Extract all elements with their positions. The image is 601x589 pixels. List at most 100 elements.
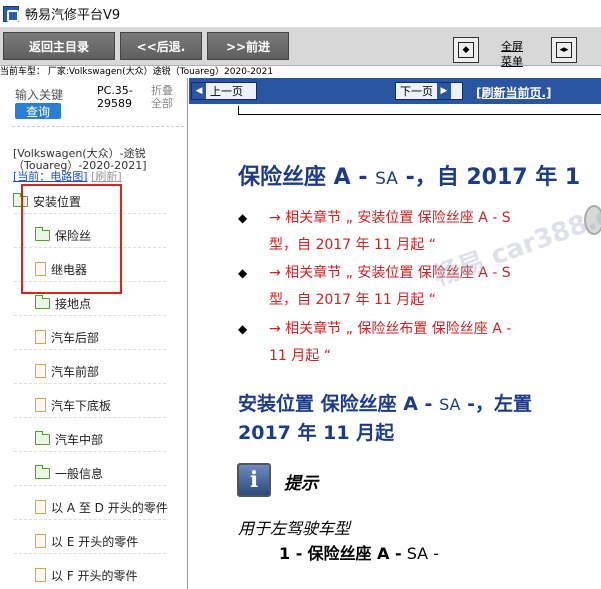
refresh-link[interactable]: [刷新] [91,170,122,183]
fullscreen-menu-link[interactable]: 全屏 菜单 [501,39,523,69]
divider [14,451,166,452]
forward-button[interactable]: >>前进 [207,32,289,60]
breadcrumb: 当前车型： 厂家:Volkswagen(大众）途锐（Touareg）2020-2… [0,67,274,77]
divider [14,519,166,520]
arrow-left-icon: ◀ [192,83,206,99]
prev-page-button[interactable]: ◀ 上一页 [191,82,257,100]
query-button[interactable]: 查询 [15,103,61,119]
section-title: 安装位置 保险丝座 A - SA -，左置 2017 年 11 月起 [238,390,532,447]
tree-item-parts-a-d[interactable]: 以 A 至 D 开头的零件 [35,496,168,518]
pc-code: PC.35- 29589 [97,84,133,110]
vehicle-info: [Volkswagen(大众）-途锐 （Touareg）-2020-2021] [13,148,183,172]
related-link-2[interactable]: ◆ → 相关章节 „ 安装位置 保险丝座 A - S 型，自 2017 年 11… [238,260,601,314]
sidebar: 输入关键 查询 PC.35- 29589 折叠 全部 [Volkswagen(大… [0,78,188,589]
all-label: 全部 [151,97,173,110]
current-view: [当前：电路图] [刷新] [13,171,122,183]
tree-item-parts-f[interactable]: 以 F 开头的零件 [35,564,138,586]
section-line2: 2017 年 11 月起 [238,422,395,444]
related-link-3[interactable]: ◆ → 相关章节 „ 保险丝布置 保险丝座 A - 11 月起 “ [238,316,601,370]
folder-icon [35,464,50,479]
tree-item-vehicle-rear[interactable]: 汽车后部 [35,326,99,348]
pc-code-line2: 29589 [97,97,132,110]
section-text: 安装位置 保险丝座 A - [238,393,433,415]
toolbar: 返回主目录 <<后退. >>前进 ◆ 全屏 菜单 ◂▸ [0,28,601,69]
title-text-2: -，自 2017 年 1 [405,165,581,190]
divider [14,383,166,384]
tree-item-label: 以 A 至 D 开头的零件 [51,500,168,515]
tree-item-label: 汽车下底板 [51,398,112,413]
component-item: 1 - 保险丝座 A - SA - [279,540,439,564]
bullet-icon: ◆ [238,211,248,225]
pc-code-line1: PC.35- [97,84,133,97]
document-icon [35,398,46,412]
fullscreen-label: 全屏 [501,40,523,53]
app-icon [3,5,19,22]
current-circuit-link[interactable]: [当前：电路图] [13,170,88,183]
back-button[interactable]: <<后退. [120,32,202,60]
tree-item-label: 接地点 [55,296,92,311]
title-sa: SA [375,169,398,189]
highlight-box [21,184,122,294]
item-label: 保险丝座 A - [307,544,402,563]
document-icon [35,500,46,514]
title-bar: 畅易汽修平台V9 [0,0,601,28]
expand-icon: ◆ [458,42,474,58]
document-icon [35,568,46,582]
tree-item-label: 以 E 开头的零件 [51,534,139,549]
tree-item-label: 汽车中部 [55,432,104,447]
window-title: 畅易汽修平台V9 [25,8,121,23]
hint-label: 提示 [284,474,318,494]
tree-item-general-info[interactable]: 一般信息 [35,462,103,484]
divider [14,485,166,486]
section-text-2: -，左置 [467,393,532,415]
link-line: → 相关章节 „ 保险丝布置 保险丝座 A - [269,321,512,337]
divider [12,126,184,127]
section-sa: SA [439,395,461,414]
usage-note: 用于左驾驶车型 [238,519,351,538]
page-title: 保险丝座 A - SA -，自 2017 年 1 [238,159,580,191]
bullet-icon: ◆ [238,266,248,280]
tree-item-label: 汽车后部 [51,330,100,345]
document-viewer: ◀ 上一页 下一页 ▶ [刷新当前页.] 保险丝座 A - SA -，自 201… [189,78,601,589]
tree-item-vehicle-middle[interactable]: 汽车中部 [35,428,103,450]
divider [14,349,166,350]
bullet-icon: ◆ [238,322,248,336]
divider [14,553,166,554]
folder-icon [35,430,50,445]
table-border [238,106,601,115]
arrow-right-icon: ▶ [437,83,451,99]
folder-icon [35,294,50,309]
item-number: 1 - [279,544,303,563]
split-icon: ◂▸ [556,42,572,58]
search-keyword-label: 输入关键 [15,88,64,102]
page-nav-bar: ◀ 上一页 下一页 ▶ [刷新当前页.] [189,78,601,104]
menu-label: 菜单 [501,55,523,68]
back-to-main-button[interactable]: 返回主目录 [3,32,115,60]
refresh-page-link[interactable]: [刷新当前页.] [476,84,552,101]
tree-item-label: 汽车前部 [51,364,100,379]
tree-item-vehicle-front[interactable]: 汽车前部 [35,360,99,382]
tree-item-ground-points[interactable]: 接地点 [35,292,91,314]
tree-item-label: 以 F 开头的零件 [51,568,138,583]
document-icon [35,330,46,344]
link-line: 11 月起 “ [269,348,331,364]
item-dash: - [433,544,439,563]
expand-button[interactable]: ◆ [453,37,479,63]
tree-item-underbody[interactable]: 汽车下底板 [35,394,111,416]
next-page-button[interactable]: 下一页 ▶ [395,82,463,100]
document-icon [35,364,46,378]
tree-item-parts-e[interactable]: 以 E 开头的零件 [35,530,138,552]
next-page-label: 下一页 [400,85,433,98]
split-view-button[interactable]: ◂▸ [551,37,577,63]
divider [14,417,166,418]
link-line: 型，自 2017 年 11 月起 “ [269,292,436,308]
title-text: 保险丝座 A - [238,165,368,190]
fold-all-link[interactable]: 折叠 全部 [151,84,173,110]
tree-item-label: 一般信息 [55,466,104,481]
fold-label: 折叠 [151,84,173,97]
document-icon [35,534,46,548]
prev-page-label: 上一页 [210,85,243,98]
divider [14,315,166,316]
info-icon: i [237,463,271,497]
item-sa: SA [406,544,429,563]
